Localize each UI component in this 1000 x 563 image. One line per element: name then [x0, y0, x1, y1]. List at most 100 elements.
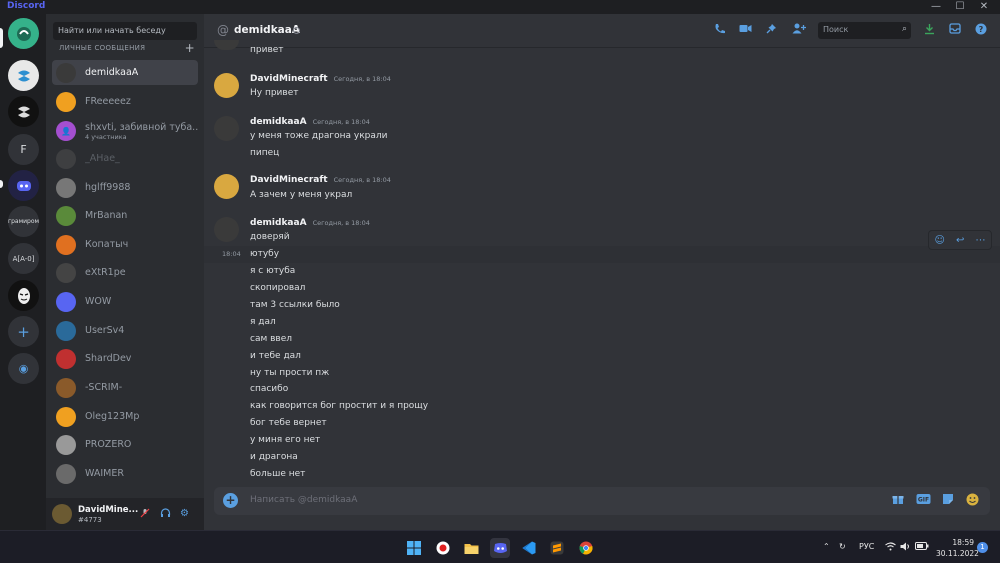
avatar: [56, 291, 76, 312]
add-friend-icon[interactable]: [792, 23, 806, 37]
dm-item[interactable]: ShardDev: [52, 346, 198, 371]
add-server-button[interactable]: +: [8, 316, 39, 347]
dm-item-label: WOW: [85, 296, 112, 307]
dm-item[interactable]: demidkaaA: [52, 60, 198, 85]
close-button[interactable]: ✕: [972, 0, 996, 14]
emoji-icon[interactable]: [966, 493, 979, 509]
add-reaction-icon[interactable]: ☺: [935, 235, 945, 246]
mute-mic-icon[interactable]: [140, 508, 150, 521]
message-author[interactable]: DavidMinecraft Сегодня, в 18:04: [250, 74, 391, 84]
dm-item-label: -SCRIM-: [85, 382, 123, 393]
reply-icon[interactable]: ↩: [956, 235, 964, 246]
dm-item[interactable]: WAIMER: [52, 461, 198, 486]
dm-item[interactable]: hglff9988: [52, 175, 198, 200]
server-icon[interactable]: [8, 96, 39, 127]
dm-item[interactable]: _AHae_: [52, 146, 198, 171]
dm-item[interactable]: eXtR1pe: [52, 260, 198, 285]
author-name[interactable]: demidkaaA: [250, 218, 307, 228]
recorder-icon[interactable]: [433, 538, 453, 558]
chrome-icon[interactable]: [576, 538, 596, 558]
sync-icon[interactable]: ↻: [839, 542, 846, 551]
avatar[interactable]: [214, 217, 239, 242]
chevron-up-icon[interactable]: ⌃: [823, 542, 830, 551]
discord-home-icon[interactable]: [8, 18, 39, 49]
avatar: [56, 348, 76, 369]
dm-group-item[interactable]: 👤 shxvti, забивной туба... 4 участника: [52, 117, 198, 145]
server-f[interactable]: F: [8, 134, 39, 165]
avatar[interactable]: [214, 174, 239, 199]
avatar[interactable]: [214, 40, 239, 50]
svg-text:GIF: GIF: [918, 497, 929, 504]
avatar[interactable]: [214, 73, 239, 98]
sublime-icon[interactable]: [547, 538, 567, 558]
message-line: ну ты прости пж: [250, 368, 330, 378]
dm-item[interactable]: Oleg123Mp: [52, 404, 198, 429]
group-members: 4 участника: [85, 132, 127, 141]
language-indicator[interactable]: РУС: [859, 542, 874, 551]
sticker-icon[interactable]: [942, 493, 954, 508]
app-brand: Discord: [7, 1, 46, 11]
notification-badge[interactable]: 1: [977, 542, 988, 553]
gear-icon[interactable]: ⚙: [180, 508, 189, 519]
dm-item-label: FReeeeez: [85, 96, 131, 107]
maximize-button[interactable]: ☐: [948, 0, 972, 14]
message-line: у меня тоже драгона украли: [250, 131, 388, 141]
gift-icon[interactable]: [892, 493, 904, 508]
author-name[interactable]: demidkaaA: [250, 117, 307, 127]
attach-button[interactable]: +: [223, 493, 238, 508]
dm-item[interactable]: WOW: [52, 289, 198, 314]
message-author[interactable]: demidkaaA Сегодня, в 18:04: [250, 218, 370, 228]
message-author[interactable]: demidkaaA Сегодня, в 18:04: [250, 117, 370, 127]
help-icon[interactable]: ?: [975, 23, 987, 38]
inbox-icon[interactable]: [949, 23, 961, 37]
vscode-icon[interactable]: [519, 538, 539, 558]
dm-header: ЛИЧНЫЕ СООБЩЕНИЯ +: [59, 41, 199, 55]
avatar: [56, 177, 76, 198]
avatar: [56, 434, 76, 455]
explore-button[interactable]: ◉: [8, 353, 39, 384]
server-a-a0[interactable]: A[A-0]: [8, 243, 39, 274]
message-line: А зачем у меня украл: [250, 190, 353, 200]
volume-icon[interactable]: [900, 542, 911, 553]
dm-item[interactable]: PROZERO: [52, 432, 198, 457]
avatar[interactable]: [52, 504, 72, 524]
battery-icon[interactable]: [915, 542, 929, 552]
dm-item-label: Копатыч: [85, 239, 129, 250]
headphones-icon[interactable]: [160, 508, 171, 521]
more-icon[interactable]: ⋯: [975, 235, 985, 246]
author-name[interactable]: DavidMinecraft: [250, 175, 328, 185]
server-gramirom[interactable]: грамиром: [8, 206, 39, 237]
dm-item[interactable]: Копатыч: [52, 232, 198, 257]
minimize-button[interactable]: —: [924, 0, 948, 14]
group-name: shxvti, забивной туба...: [85, 121, 198, 133]
pin-icon[interactable]: [766, 23, 777, 37]
create-dm-button[interactable]: +: [185, 41, 195, 55]
gif-icon[interactable]: GIF: [916, 493, 931, 508]
dm-item[interactable]: -SCRIM-: [52, 375, 198, 400]
dm-item[interactable]: MrBanan: [52, 203, 198, 228]
discord-icon[interactable]: [490, 538, 510, 558]
message-author[interactable]: DavidMinecraft Сегодня, в 18:04: [250, 175, 391, 185]
mask-icon[interactable]: [8, 280, 39, 311]
search-input[interactable]: Поиск ⌕: [818, 22, 911, 39]
folder-icon[interactable]: [461, 538, 481, 558]
status-badge: [293, 27, 300, 34]
author-name[interactable]: DavidMinecraft: [250, 74, 328, 84]
clock[interactable]: 18:59 30.11.2022: [936, 537, 979, 559]
start-icon[interactable]: [404, 538, 424, 558]
download-icon[interactable]: [924, 23, 935, 38]
wifi-icon[interactable]: [885, 542, 896, 553]
dm-header-label: ЛИЧНЫЕ СООБЩЕНИЯ: [59, 44, 146, 52]
selected-pill: [0, 28, 3, 48]
at-icon: @: [217, 23, 229, 37]
video-call-icon[interactable]: [739, 23, 752, 37]
discord-logo-icon[interactable]: [8, 170, 39, 201]
avatar[interactable]: [214, 116, 239, 141]
dm-item[interactable]: FReeeeez: [52, 89, 198, 114]
dm-item[interactable]: UserSv4: [52, 318, 198, 343]
dm-search-input[interactable]: Найти или начать беседу: [53, 22, 197, 40]
avatar: [56, 205, 76, 226]
voice-call-icon[interactable]: [714, 23, 726, 38]
message-composer[interactable]: + Написать @demidkaaA GIF: [214, 487, 990, 515]
server-icon[interactable]: [8, 60, 39, 91]
